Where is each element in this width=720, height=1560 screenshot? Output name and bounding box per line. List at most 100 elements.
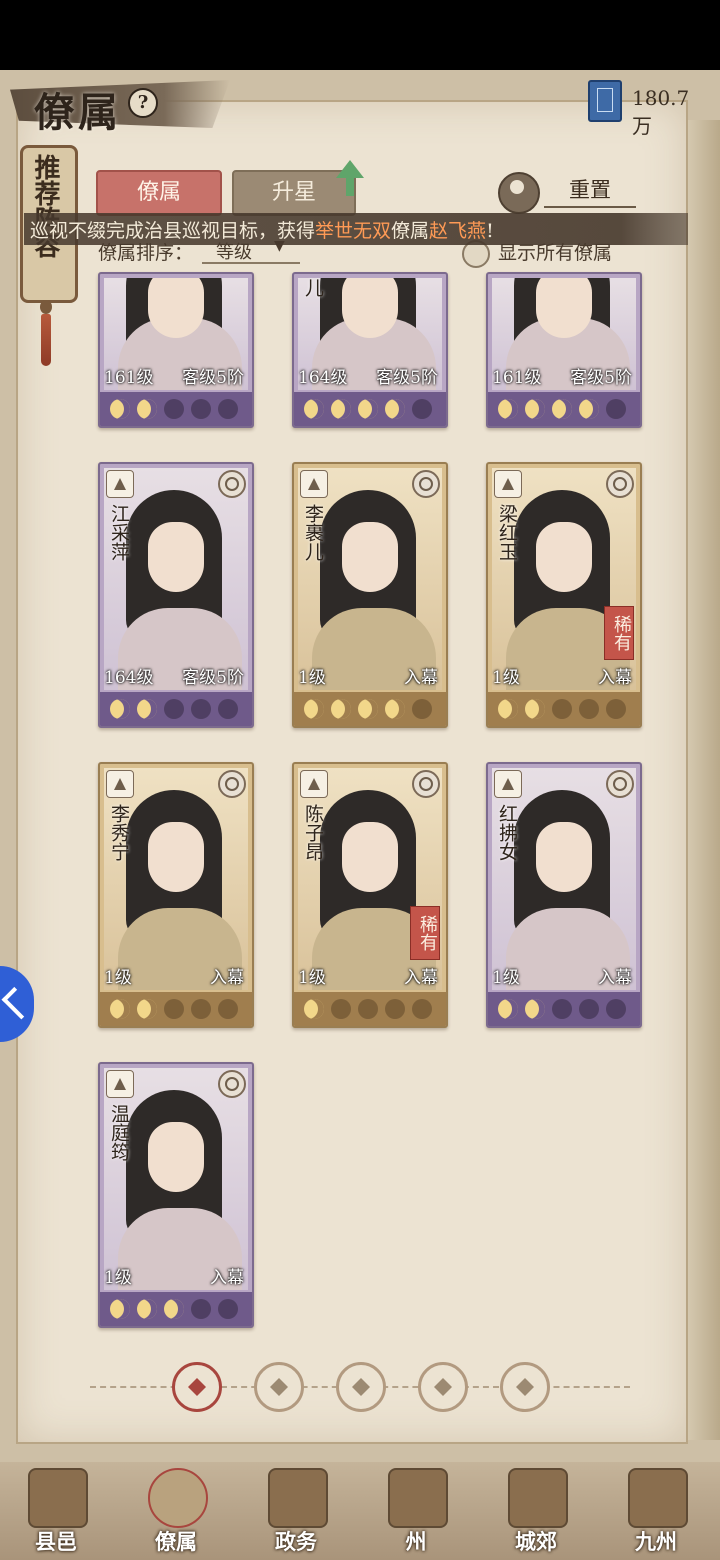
- faction-a-icon[interactable]: [254, 1362, 304, 1412]
- moon-star-filled-icon: [498, 999, 518, 1019]
- nav-county[interactable]: 县邑: [8, 1462, 104, 1560]
- nav-label: 州: [405, 1529, 427, 1554]
- moon-star-empty-icon: [164, 699, 184, 719]
- retainer-portrait: [298, 468, 442, 690]
- faction-b-icon[interactable]: [336, 1362, 386, 1412]
- rare-badge: 稀有: [604, 606, 634, 660]
- moon-star-filled-icon: [525, 699, 545, 719]
- nav-label: 政务: [275, 1529, 317, 1554]
- star-bar: [100, 692, 252, 726]
- star-bar: [100, 392, 252, 426]
- retainer-name: 红拂女: [496, 804, 518, 861]
- retainer-card[interactable]: 李秀宁 1级 入幕: [98, 762, 254, 1028]
- moon-star-filled-icon: [358, 399, 378, 419]
- bottom-nav: 县邑 僚属 政务 州 城郊 九州: [0, 1462, 720, 1560]
- star-bar: [294, 392, 446, 426]
- retainer-card[interactable]: 江采萍 164级 客级5阶: [98, 462, 254, 728]
- all-filter-icon[interactable]: [172, 1362, 222, 1412]
- nav-state[interactable]: 州: [368, 1462, 464, 1560]
- retainer-card[interactable]: 李裹儿 1级 入幕: [292, 462, 448, 728]
- moon-star-empty-icon: [385, 999, 405, 1019]
- faction-icon: [106, 1070, 134, 1098]
- nav-suburbs[interactable]: 城郊: [488, 1462, 584, 1560]
- moon-star-filled-icon: [137, 699, 157, 719]
- moon-star-empty-icon: [218, 1299, 238, 1319]
- moon-star-filled-icon: [385, 399, 405, 419]
- moon-star-filled-icon: [304, 699, 324, 719]
- star-bar: [488, 392, 640, 426]
- retainer-level: 161级: [104, 368, 154, 388]
- retainer-name: 江采萍: [108, 504, 130, 561]
- moon-star-empty-icon: [606, 999, 626, 1019]
- nav-affairs[interactable]: 政务: [248, 1462, 344, 1560]
- moon-star-empty-icon: [606, 399, 626, 419]
- nav-nine-provinces-icon: [628, 1468, 688, 1528]
- trait-icon: [412, 470, 440, 498]
- moon-star-empty-icon: [579, 699, 599, 719]
- retainer-card[interactable]: 温庭筠 1级 入幕: [98, 1062, 254, 1328]
- retainer-level: 1级: [492, 668, 520, 688]
- nav-label: 县邑: [35, 1529, 77, 1554]
- trait-icon: [218, 770, 246, 798]
- retainer-level: 164级: [298, 368, 348, 388]
- nav-label: 九州: [635, 1529, 677, 1554]
- faction-icon: [494, 770, 522, 798]
- retainer-level: 1级: [104, 1268, 132, 1288]
- retainer-name: 李裹儿: [302, 504, 324, 561]
- moon-star-filled-icon: [110, 999, 130, 1019]
- faction-icon: [106, 470, 134, 498]
- nav-label: 城郊: [515, 1529, 557, 1554]
- moon-star-filled-icon: [525, 999, 545, 1019]
- retainer-rank: 客级5阶: [182, 668, 244, 688]
- trait-icon: [606, 770, 634, 798]
- moon-star-empty-icon: [191, 1299, 211, 1319]
- faction-c-icon[interactable]: [418, 1362, 468, 1412]
- nav-nine-provinces[interactable]: 九州: [608, 1462, 704, 1560]
- retainer-rank: 入幕: [210, 1268, 244, 1288]
- moon-star-empty-icon: [412, 399, 432, 419]
- retainer-card[interactable]: 161级 客级5阶: [486, 272, 642, 428]
- retainer-card[interactable]: 红拂女 1级 入幕: [486, 762, 642, 1028]
- nav-state-icon: [388, 1468, 448, 1528]
- nav-affairs-icon: [268, 1468, 328, 1528]
- trait-icon: [218, 470, 246, 498]
- retainer-rank: 入幕: [598, 968, 632, 988]
- moon-star-empty-icon: [552, 999, 572, 1019]
- trait-icon: [412, 770, 440, 798]
- retainer-card[interactable]: 161级 客级5阶: [98, 272, 254, 428]
- nav-label: 僚属: [155, 1529, 197, 1554]
- moon-star-filled-icon: [110, 399, 130, 419]
- faction-d-icon[interactable]: [500, 1362, 550, 1412]
- moon-star-empty-icon: [191, 999, 211, 1019]
- nav-county-icon: [28, 1468, 88, 1528]
- star-bar: [488, 692, 640, 726]
- retainer-level: 1级: [298, 968, 326, 988]
- moon-star-filled-icon: [331, 699, 351, 719]
- moon-star-filled-icon: [331, 399, 351, 419]
- trait-icon: [606, 470, 634, 498]
- retainer-card[interactable]: 儿 164级 客级5阶: [292, 272, 448, 428]
- retainer-grid: 161级 客级5阶儿 164级 客级5阶 161级 客级5阶 江采萍 164级 客级5阶 李裹儿 1…: [0, 0, 720, 1560]
- nav-retainers[interactable]: 僚属: [128, 1462, 224, 1560]
- star-bar: [100, 992, 252, 1026]
- moon-star-filled-icon: [137, 999, 157, 1019]
- star-bar: [294, 692, 446, 726]
- retainer-name: 儿: [302, 278, 324, 297]
- faction-icon: [300, 770, 328, 798]
- moon-star-empty-icon: [412, 699, 432, 719]
- moon-star-filled-icon: [525, 399, 545, 419]
- moon-star-empty-icon: [606, 699, 626, 719]
- retainer-card[interactable]: 梁红玉 稀有 1级 入幕: [486, 462, 642, 728]
- moon-star-empty-icon: [164, 399, 184, 419]
- nav-suburbs-icon: [508, 1468, 568, 1528]
- retainer-rank: 入幕: [404, 968, 438, 988]
- moon-star-filled-icon: [304, 999, 324, 1019]
- retainer-name: 梁红玉: [496, 504, 518, 561]
- retainer-card[interactable]: 陈子昂 稀有 1级 入幕: [292, 762, 448, 1028]
- moon-star-filled-icon: [164, 1299, 184, 1319]
- moon-star-empty-icon: [412, 999, 432, 1019]
- retainer-rank: 入幕: [404, 668, 438, 688]
- star-bar: [294, 992, 446, 1026]
- nav-retainers-icon: [148, 1468, 208, 1528]
- moon-star-filled-icon: [498, 699, 518, 719]
